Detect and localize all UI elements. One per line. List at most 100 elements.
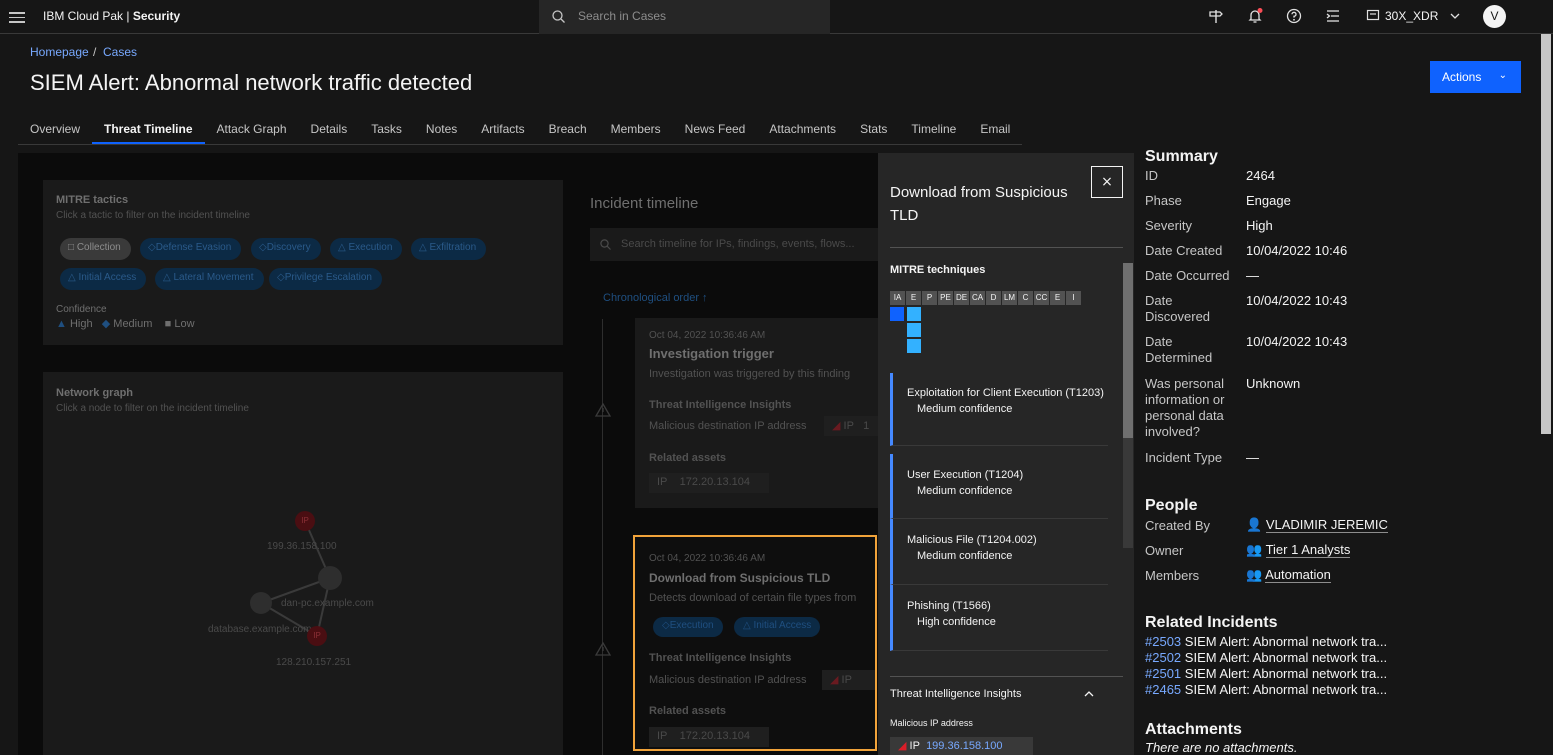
insight-ip-tag[interactable]: ◢ IP 1 bbox=[824, 416, 878, 436]
tab-artifacts[interactable]: Artifacts bbox=[469, 119, 536, 144]
actions-button[interactable]: Actions ⌄ bbox=[1430, 61, 1521, 93]
matrix-cell-execution[interactable] bbox=[907, 307, 921, 321]
page-scrollbar[interactable] bbox=[1539, 34, 1553, 755]
timeline-search-input[interactable]: Search timeline for IPs, findings, event… bbox=[590, 228, 878, 261]
chevron-up-icon[interactable] bbox=[1084, 690, 1094, 698]
tactic-chip-initial-access[interactable]: △ Initial Access bbox=[60, 268, 147, 290]
detail-side-panel: Download from Suspicious TLD × MITRE tec… bbox=[878, 153, 1134, 755]
related-assets-label: Related assets bbox=[649, 705, 727, 717]
graph-node-label: 128.210.157.251 bbox=[276, 657, 352, 668]
insight-text: Malicious destination IP address bbox=[649, 420, 807, 432]
search-input[interactable]: Search in Cases bbox=[539, 0, 830, 34]
network-graph-edges bbox=[260, 520, 331, 637]
related-incident-link[interactable]: #2503 SIEM Alert: Abnormal network tra..… bbox=[1145, 634, 1387, 649]
mitre-matrix-header: IA E P PE DE CA D LM C CC E I bbox=[890, 291, 1082, 305]
tactic-chip-defense-evasion[interactable]: ◇Defense Evasion bbox=[140, 238, 242, 260]
tab-notes[interactable]: Notes bbox=[414, 119, 469, 144]
tab-overview[interactable]: Overview bbox=[18, 119, 92, 144]
tab-details[interactable]: Details bbox=[299, 119, 360, 144]
related-incident-link[interactable]: #2501 SIEM Alert: Abnormal network tra..… bbox=[1145, 666, 1387, 681]
technique-item[interactable]: Phishing (T1566) High confidence bbox=[890, 585, 1108, 651]
threat-insights-accordion[interactable]: Threat Intelligence Insights bbox=[890, 688, 1021, 700]
tactic-tag-execution[interactable]: ◇Execution bbox=[653, 617, 723, 637]
chronological-order-toggle[interactable]: Chronological order ↑ bbox=[603, 292, 708, 304]
summary-value: Unknown bbox=[1246, 376, 1301, 391]
matrix-cell-execution[interactable] bbox=[907, 339, 921, 353]
product-name[interactable]: IBM Cloud Pak | Security bbox=[43, 9, 180, 23]
graph-node-label: dan-pc.example.com bbox=[281, 598, 374, 609]
related-asset-tag[interactable]: IP 172.20.13.104 bbox=[649, 473, 769, 493]
matrix-cell-initial-access[interactable] bbox=[890, 307, 904, 321]
tab-attachments[interactable]: Attachments bbox=[757, 119, 848, 144]
summary-heading: Summary bbox=[1145, 148, 1218, 165]
search-icon bbox=[600, 239, 611, 250]
graph-node-database[interactable] bbox=[250, 592, 272, 614]
technique-confidence: Medium confidence bbox=[917, 403, 1013, 415]
members-value[interactable]: 👥 Automation bbox=[1246, 567, 1331, 583]
related-incident-link[interactable]: #2465 SIEM Alert: Abnormal network tra..… bbox=[1145, 682, 1387, 697]
matrix-col: DE bbox=[954, 291, 969, 305]
mitre-tactics-title: MITRE tactics bbox=[56, 194, 129, 206]
tab-email[interactable]: Email bbox=[968, 119, 1022, 144]
notification-icon[interactable] bbox=[1246, 8, 1264, 26]
insight-ip-tag[interactable]: ◢ IP bbox=[822, 670, 875, 690]
help-icon[interactable] bbox=[1285, 8, 1303, 26]
account-name[interactable]: 30X_XDR bbox=[1385, 9, 1438, 23]
summary-label: ID bbox=[1145, 168, 1158, 183]
tab-threat-timeline[interactable]: Threat Timeline bbox=[92, 119, 205, 144]
malicious-ip-label: Malicious IP address bbox=[890, 718, 973, 728]
chevron-down-icon[interactable] bbox=[1450, 12, 1460, 20]
tactic-chip-lateral-movement[interactable]: △ Lateral Movement bbox=[155, 268, 264, 290]
signpost-icon[interactable] bbox=[1207, 8, 1225, 26]
mitre-tactics-panel: MITRE tactics Click a tactic to filter o… bbox=[43, 180, 563, 345]
tab-attack-graph[interactable]: Attack Graph bbox=[205, 119, 299, 144]
event-title: Investigation trigger bbox=[649, 346, 774, 361]
timeline-event-card-selected[interactable]: Oct 04, 2022 10:36:46 AM Download from S… bbox=[633, 535, 877, 751]
owner-value[interactable]: 👥 Tier 1 Analysts bbox=[1246, 542, 1351, 558]
tab-stats[interactable]: Stats bbox=[848, 119, 899, 144]
tab-timeline[interactable]: Timeline bbox=[899, 119, 968, 144]
graph-node-ip[interactable]: IP bbox=[295, 511, 315, 531]
tab-news-feed[interactable]: News Feed bbox=[673, 119, 758, 144]
scrollbar-thumb[interactable] bbox=[1541, 34, 1551, 434]
switcher-list-icon[interactable] bbox=[1324, 8, 1342, 26]
hamburger-menu-icon[interactable] bbox=[9, 9, 25, 25]
confidence-legend: ▲ High ◆ Medium ■ Low bbox=[56, 318, 195, 330]
event-description: Detects download of certain file types f… bbox=[649, 592, 857, 604]
tactic-chip-exfiltration[interactable]: △ Exfiltration bbox=[411, 238, 487, 260]
close-icon[interactable]: × bbox=[1091, 166, 1123, 198]
technique-item[interactable]: User Execution (T1204) Medium confidence bbox=[890, 454, 1108, 519]
related-asset-tag[interactable]: IP 172.20.13.104 bbox=[649, 727, 769, 747]
breadcrumb-cases[interactable]: Cases bbox=[103, 45, 137, 59]
technique-name: Malicious File (T1204.002) bbox=[907, 534, 1037, 546]
tactic-tag-initial-access[interactable]: △ Initial Access bbox=[734, 617, 821, 637]
threat-insights-label: Threat Intelligence Insights bbox=[649, 399, 792, 411]
graph-node-label: database.example.com bbox=[208, 624, 312, 635]
graph-node-ip[interactable]: IP bbox=[307, 626, 327, 646]
technique-item[interactable]: Malicious File (T1204.002) Medium confid… bbox=[890, 519, 1108, 585]
malicious-ip-tag[interactable]: ◢ IP 199.36.158.100 bbox=[890, 737, 1033, 755]
related-incident-link[interactable]: #2502 SIEM Alert: Abnormal network tra..… bbox=[1145, 650, 1387, 665]
tactic-chip-collection[interactable]: □ Collection bbox=[60, 238, 131, 260]
tab-tasks[interactable]: Tasks bbox=[359, 119, 414, 144]
technique-item[interactable]: Exploitation for Client Execution (T1203… bbox=[890, 373, 1108, 446]
scrollbar-thumb[interactable] bbox=[1123, 263, 1133, 438]
account-icon[interactable] bbox=[1364, 8, 1382, 26]
breadcrumb-separator: / bbox=[93, 45, 97, 59]
side-panel-scrollbar[interactable] bbox=[1123, 263, 1133, 548]
matrix-cell-execution[interactable] bbox=[907, 323, 921, 337]
graph-node-host[interactable] bbox=[318, 566, 342, 590]
summary-value: — bbox=[1246, 450, 1259, 465]
tab-breach[interactable]: Breach bbox=[537, 119, 599, 144]
tactic-chip-execution[interactable]: △ Execution bbox=[330, 238, 403, 260]
tab-bar: Overview Threat Timeline Attack Graph Detai… bbox=[18, 119, 1023, 145]
summary-label: Date Discovered bbox=[1145, 293, 1211, 324]
tab-members[interactable]: Members bbox=[599, 119, 673, 144]
tactic-chip-discovery[interactable]: ◇Discovery bbox=[251, 238, 321, 260]
event-timestamp: Oct 04, 2022 10:36:46 AM bbox=[649, 553, 766, 564]
timeline-event-card[interactable]: Oct 04, 2022 10:36:46 AM Investigation t… bbox=[635, 318, 878, 508]
breadcrumb-homepage[interactable]: Homepage bbox=[30, 45, 89, 59]
avatar[interactable]: V bbox=[1483, 5, 1506, 28]
created-by-value[interactable]: 👤 VLADIMIR JEREMIC bbox=[1246, 517, 1388, 533]
tactic-chip-privilege-escalation[interactable]: ◇Privilege Escalation bbox=[269, 268, 382, 290]
